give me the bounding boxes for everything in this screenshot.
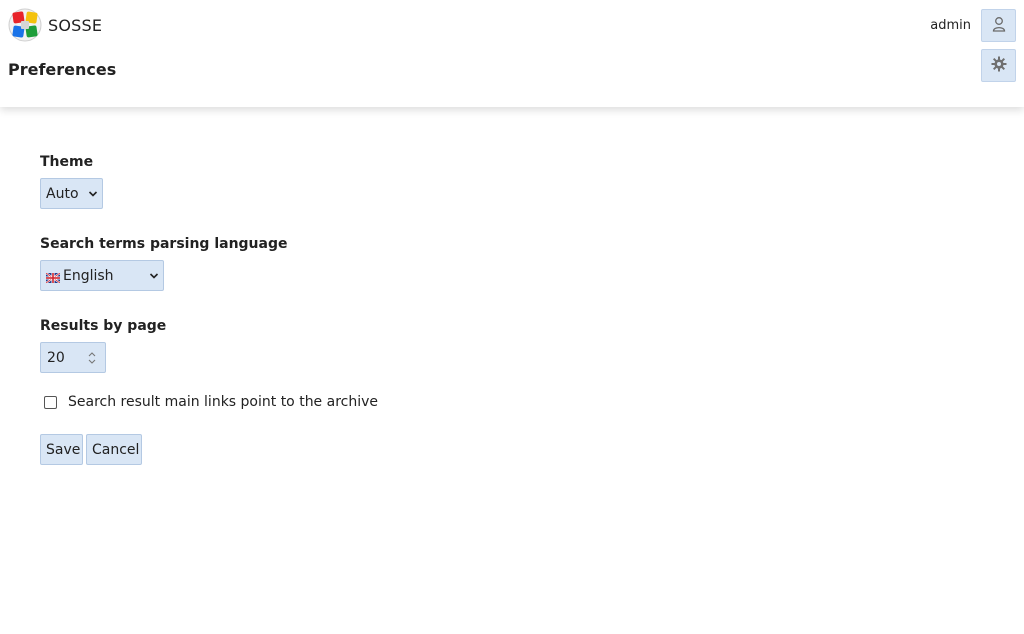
chevron-down-icon (88, 188, 98, 204)
home-link[interactable]: SOSSE (8, 8, 102, 42)
save-button[interactable]: Save (40, 434, 83, 465)
settings-button[interactable] (981, 49, 1016, 82)
top-header: SOSSE Preferences admin (0, 0, 1024, 107)
uk-flag-icon (45, 271, 61, 284)
user-menu-button[interactable] (981, 9, 1016, 42)
archive-links-option[interactable]: Search result main links point to the ar… (40, 394, 378, 410)
theme-label: Theme (40, 154, 94, 170)
cancel-button[interactable]: Cancel (86, 434, 142, 465)
user-icon (992, 16, 1006, 36)
theme-select-value: Auto (46, 185, 79, 202)
archive-links-checkbox[interactable] (44, 395, 57, 409)
language-label: Search terms parsing language (40, 236, 288, 252)
language-select[interactable]: English (40, 260, 164, 291)
theme-select[interactable]: Auto (40, 178, 103, 209)
results-per-page-value: 20 (47, 349, 65, 366)
brand-name: SOSSE (48, 15, 103, 35)
results-per-page-label: Results by page (40, 318, 167, 334)
results-per-page-input[interactable]: 20 (40, 342, 106, 373)
archive-links-label: Search result main links point to the ar… (68, 394, 379, 410)
page-title: Preferences (8, 60, 117, 79)
gear-icon (991, 56, 1007, 76)
sosse-logo-icon (8, 8, 42, 42)
chevron-down-icon (149, 270, 159, 286)
spinner-arrows-icon[interactable] (87, 350, 97, 366)
language-select-value: English (63, 267, 114, 284)
username-label: admin (930, 18, 971, 33)
